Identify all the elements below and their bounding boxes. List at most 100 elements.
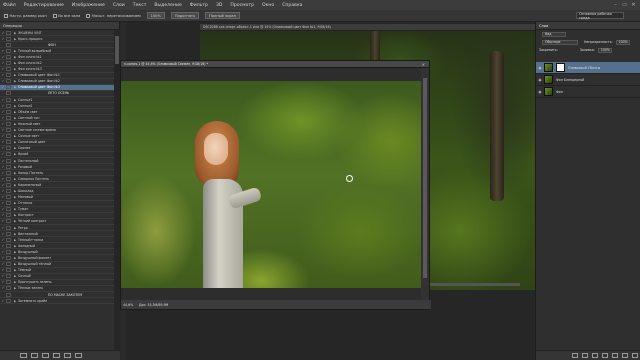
eye-icon[interactable]: ◉ [536,66,544,70]
dialog-toggle[interactable] [6,134,11,139]
layer-thumbnail[interactable] [544,87,553,96]
record-icon[interactable] [31,353,38,358]
vertical-scrollbar[interactable] [421,68,429,301]
dialog-toggle[interactable] [6,158,11,163]
minimize-button[interactable]: – [611,2,620,8]
dialog-toggle[interactable] [6,109,11,114]
blend-mode-select[interactable]: Обычные [542,39,578,45]
dialog-toggle[interactable] [6,274,11,279]
dialog-toggle[interactable] [6,201,11,206]
dialog-toggle[interactable] [6,54,11,59]
dialog-toggle[interactable] [6,85,11,90]
new-set-icon[interactable] [53,353,60,358]
dialog-toggle[interactable] [6,262,11,267]
dialog-toggle[interactable] [6,268,11,273]
dialog-toggle[interactable] [6,237,11,242]
layer-thumbnail[interactable] [544,63,553,72]
dialog-toggle[interactable] [6,256,11,261]
dialog-toggle[interactable] [6,231,11,236]
dialog-toggle[interactable] [6,164,11,169]
folder-icon[interactable] [612,353,618,358]
dialog-toggle[interactable] [6,140,11,145]
dialog-toggle[interactable] [6,42,11,47]
menu-item[interactable]: Справка [282,3,302,8]
menu-item[interactable]: Окно [262,3,274,8]
zoom-level[interactable]: 44,6% [123,303,137,307]
eye-icon[interactable]: ◉ [536,78,544,82]
dialog-toggle[interactable] [6,73,11,78]
dialog-toggle[interactable] [6,67,11,72]
trash-icon[interactable] [75,353,82,358]
dialog-toggle[interactable] [6,195,11,200]
fill-field[interactable]: 100% [597,47,612,53]
stop-icon[interactable] [20,353,27,358]
dialog-toggle[interactable] [6,182,11,187]
menu-item[interactable]: Слои [113,3,125,8]
dialog-toggle[interactable] [6,243,11,248]
dialog-toggle[interactable] [6,298,11,303]
dialog-toggle[interactable] [6,61,11,66]
close-window-button[interactable]: ✕ [629,2,638,8]
dialog-toggle[interactable] [6,170,11,175]
new-action-icon[interactable] [64,353,71,358]
dialog-toggle[interactable] [6,103,11,108]
layer-item[interactable]: ◉ Фон [536,86,640,98]
workspace-select[interactable]: Основная рабочая среда [576,12,624,20]
scroll-thumb[interactable] [115,36,119,64]
dialog-toggle[interactable] [6,188,11,193]
dialog-toggle[interactable] [6,249,11,254]
eye-icon[interactable]: ◉ [536,90,544,94]
active-document-window[interactable]: n-копия-1 @ 44,6% (Оливковый Свемен, RGB… [120,60,431,310]
link-icon[interactable] [572,353,578,358]
maximize-button[interactable]: ▭ [620,2,629,8]
dialog-toggle[interactable] [6,146,11,151]
dialog-toggle[interactable] [6,128,11,133]
layer-item[interactable]: ◉ Фон Блендерной [536,74,640,86]
dialog-toggle[interactable] [6,36,11,41]
dialog-toggle[interactable] [6,292,11,297]
scroll-thumb[interactable] [423,78,427,278]
zoom-100-button[interactable]: 100% [146,12,165,19]
background-document-tab[interactable]: DSC0286 как смарт-объект-1 или @ 10% (Ол… [200,24,535,31]
document-canvas[interactable] [121,68,423,301]
dialog-toggle[interactable] [6,286,11,291]
layer-mask-thumbnail[interactable] [556,63,565,72]
dialog-toggle[interactable] [6,97,11,102]
menu-item[interactable]: Выделение [154,3,181,8]
dialog-toggle[interactable] [6,225,11,230]
fit-screen-button[interactable]: Подогнать [170,12,200,19]
dialog-toggle[interactable] [6,176,11,181]
dialog-toggle[interactable] [6,213,11,218]
dialog-toggle[interactable] [6,207,11,212]
active-document-tab[interactable]: n-копия-1 @ 44,6% (Оливковый Свемен, RGB… [121,61,429,68]
dialog-toggle[interactable] [6,48,11,53]
trash-icon[interactable] [632,353,638,358]
option-resize-windows[interactable]: Настр. размер окон [4,13,47,18]
dialog-toggle[interactable] [6,280,11,285]
kind-filter-select[interactable]: Вид [542,31,566,37]
dialog-toggle[interactable] [6,121,11,126]
menu-item[interactable]: Изображение [72,3,105,8]
menu-item[interactable]: Фильтр [190,3,208,8]
dialog-toggle[interactable] [6,115,11,120]
actions-tab[interactable]: Операции [0,22,119,30]
menu-item[interactable]: 3D [216,3,222,8]
menu-item[interactable]: Просмотр [230,3,254,8]
action-item[interactable]: ✓ ▶ Затемнить крайн [0,298,114,305]
adjustment-icon[interactable] [602,353,608,358]
new-layer-icon[interactable] [622,353,628,358]
option-scrubby-zoom[interactable]: Масшт. перетаскиванием [86,13,141,18]
fill-screen-button[interactable]: Полный экран [205,12,240,19]
menu-item[interactable]: Редактирование [24,3,64,8]
fx-icon[interactable] [582,353,588,358]
dialog-toggle[interactable] [6,219,11,224]
close-icon[interactable]: × [422,62,425,67]
layer-item[interactable]: ◉ Оливковый Сбалсы [536,62,640,74]
layer-thumbnail[interactable] [544,75,553,84]
opacity-field[interactable]: 100% [615,39,630,45]
menu-item[interactable]: Файл [3,3,16,8]
mask-icon[interactable] [592,353,598,358]
play-icon[interactable] [42,353,49,358]
option-all-windows[interactable]: Во все окна [52,13,80,18]
dialog-toggle[interactable] [6,91,11,96]
